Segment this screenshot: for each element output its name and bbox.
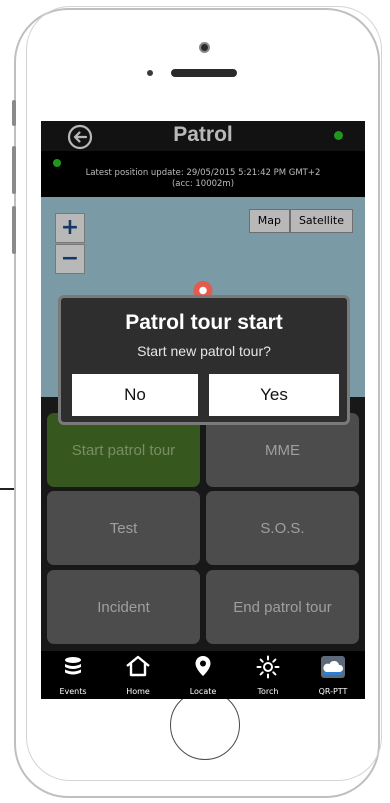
nav-qr-ptt[interactable]: QR-PTT <box>301 651 365 699</box>
nav-torch-label: Torch <box>257 687 279 696</box>
volume-up-button <box>12 146 16 194</box>
bottom-navigation: Events Home Locate Torch QR-PTT <box>41 651 365 699</box>
nav-home-label: Home <box>126 687 150 696</box>
volume-down-button <box>12 206 16 254</box>
earpiece-speaker <box>171 69 237 77</box>
nav-locate[interactable]: Locate <box>171 651 235 699</box>
home-icon <box>126 655 150 677</box>
pointer-line <box>0 488 14 490</box>
sun-icon <box>256 655 280 679</box>
nav-home[interactable]: Home <box>106 651 170 699</box>
dialog-yes-button[interactable]: Yes <box>209 374 339 416</box>
mute-switch <box>12 100 16 126</box>
home-hardware-button[interactable] <box>170 690 240 760</box>
front-camera <box>199 42 210 53</box>
nav-torch[interactable]: Torch <box>236 651 300 699</box>
nav-events[interactable]: Events <box>41 651 105 699</box>
database-icon <box>65 657 81 675</box>
dialog-title: Patrol tour start <box>125 311 283 334</box>
nav-qr-ptt-label: QR-PTT <box>318 687 348 696</box>
patrol-start-dialog: Patrol tour start Start new patrol tour?… <box>58 295 350 425</box>
app-screen: Patrol Latest position update: 29/05/201… <box>41 121 365 699</box>
cloud-icon <box>321 656 345 678</box>
location-pin-icon <box>195 656 211 676</box>
proximity-sensor <box>147 70 153 76</box>
nav-locate-label: Locate <box>189 687 217 696</box>
nav-events-label: Events <box>59 687 87 696</box>
dialog-message: Start new patrol tour? <box>137 343 271 359</box>
dialog-no-button[interactable]: No <box>72 374 198 416</box>
